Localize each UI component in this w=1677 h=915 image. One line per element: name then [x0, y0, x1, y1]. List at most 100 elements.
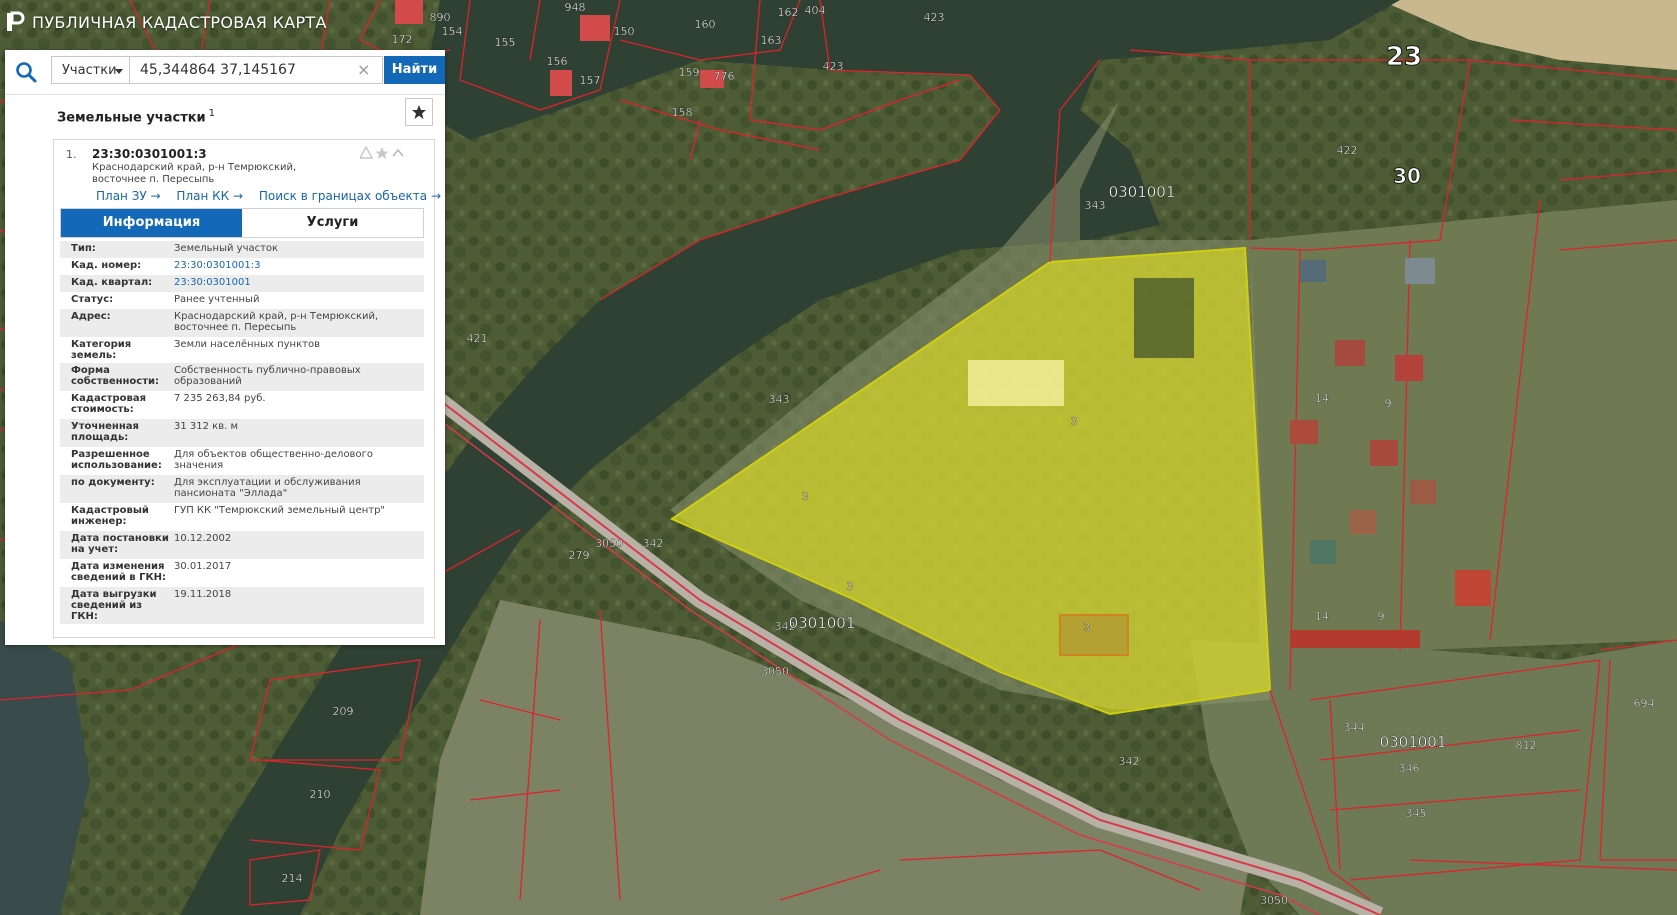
find-button[interactable]: Найти — [384, 56, 445, 84]
svg-text:158: 158 — [672, 106, 693, 119]
svg-text:343: 343 — [1085, 199, 1106, 212]
info-row: Адрес: Краснодарский край, р-н Темрюкский… — [60, 309, 424, 337]
svg-text:422: 422 — [1337, 144, 1358, 157]
svg-text:423: 423 — [823, 60, 844, 73]
info-label: Форма собственности: — [71, 365, 160, 387]
svg-text:342: 342 — [643, 537, 664, 550]
info-value: Земли населённых пунктов — [174, 339, 320, 350]
sport-field — [1059, 614, 1129, 656]
svg-text:9: 9 — [1385, 397, 1392, 410]
search-type-select[interactable]: Участки — [51, 56, 129, 84]
star-icon[interactable] — [375, 147, 389, 159]
svg-text:3: 3 — [1084, 621, 1091, 634]
info-value[interactable]: 23:30:0301001:3 — [172, 260, 424, 273]
svg-text:30: 30 — [1393, 164, 1421, 188]
link-search-bounds[interactable]: Поиск в границах объекта → — [259, 189, 441, 203]
svg-text:160: 160 — [695, 18, 716, 31]
svg-text:3050: 3050 — [595, 537, 623, 550]
app-title: ПУБЛИЧНАЯ КАДАСТРОВАЯ КАРТА — [32, 12, 327, 32]
favorites-button[interactable] — [405, 98, 433, 126]
svg-text:694: 694 — [1634, 697, 1655, 710]
search-input[interactable] — [129, 56, 383, 84]
info-value: 10.12.2002 — [174, 533, 232, 544]
svg-text:162: 162 — [778, 6, 799, 19]
info-label: Адрес: — [71, 311, 111, 322]
svg-text:776: 776 — [714, 70, 735, 83]
search-icon[interactable] — [13, 59, 39, 85]
warning-icon[interactable] — [360, 146, 374, 159]
info-row: Кадастровый инженер: ГУП КК "Темрюкский з… — [60, 503, 424, 531]
info-value: 30.01.2017 — [174, 561, 232, 572]
info-value: Краснодарский край, р-н Темрюкский, вост… — [174, 311, 379, 333]
info-value: Для эксплуатации и обслуживания пансиона… — [174, 477, 361, 499]
svg-text:421: 421 — [467, 332, 488, 345]
pool — [1134, 278, 1194, 358]
link-plan-zu[interactable]: План ЗУ → — [96, 189, 161, 203]
info-table: Тип: Земельный участок Кад. номер: 23:30:03… — [60, 241, 424, 624]
result-links: План ЗУ → План КК → Поиск в границах объ… — [96, 189, 453, 203]
results-title: Земельные участки 1 — [57, 108, 215, 125]
card-actions — [360, 146, 404, 159]
main-building — [968, 360, 1064, 406]
svg-text:156: 156 — [547, 55, 568, 68]
info-row: Дата выгрузки сведений из ГКН: 19.11.2018 — [60, 587, 424, 624]
svg-text:23: 23 — [1386, 42, 1422, 72]
search-bar: Участки × Найти — [5, 50, 445, 95]
info-label: Уточненная площадь: — [71, 421, 139, 443]
svg-text:812: 812 — [1516, 739, 1537, 752]
svg-text:3: 3 — [1071, 415, 1078, 428]
info-row: Дата изменения сведений в ГКН: 30.01.2017 — [60, 559, 424, 587]
chevron-up-icon[interactable] — [392, 148, 404, 157]
info-row: Кадастровая стоимость: 7 235 263,84 руб. — [60, 391, 424, 419]
svg-text:155: 155 — [495, 36, 516, 49]
results-count: 1 — [208, 108, 216, 119]
svg-text:346: 346 — [1399, 762, 1420, 775]
tab-information[interactable]: Информация — [61, 209, 242, 237]
svg-text:209: 209 — [333, 705, 354, 718]
clear-icon[interactable]: × — [357, 62, 370, 78]
info-label: Кадастровый инженер: — [71, 505, 149, 527]
info-row: Категория земель: Земли населённых пункто… — [60, 337, 424, 363]
info-label: Кадастровая стоимость: — [71, 393, 146, 415]
info-value: ГУП КК "Темрюкский земельный центр" — [174, 505, 386, 516]
svg-text:342: 342 — [1119, 755, 1140, 768]
star-icon — [412, 105, 426, 119]
info-label: по документу: — [71, 477, 155, 488]
results-title-text: Земельные участки — [57, 110, 206, 126]
info-label: Категория земель: — [71, 339, 132, 361]
info-value: Собственность публично-правовых образова… — [174, 365, 361, 387]
info-row: Кад. номер: 23:30:0301001:3 — [60, 258, 424, 275]
svg-text:14: 14 — [1315, 392, 1329, 405]
result-cad-number[interactable]: 23:30:0301001:3 — [92, 147, 207, 161]
svg-text:3: 3 — [802, 490, 809, 503]
svg-text:404: 404 — [805, 4, 826, 17]
svg-text:3050: 3050 — [1260, 894, 1288, 907]
info-row: Кад. квартал: 23:30:0301001 — [60, 275, 424, 292]
svg-text:0301001: 0301001 — [789, 614, 856, 632]
result-index: 1. — [66, 148, 77, 161]
info-row: Разрешенное использование: Для объектов о… — [60, 447, 424, 475]
info-label: Кад. квартал: — [71, 277, 153, 288]
svg-text:345: 345 — [1406, 807, 1427, 820]
info-value: Земельный участок — [174, 243, 279, 254]
info-row: Уточненная площадь: 31 312 кв. м — [60, 419, 424, 447]
svg-text:423: 423 — [924, 11, 945, 24]
info-value: 19.11.2018 — [174, 589, 232, 600]
info-label: Разрешенное использование: — [71, 449, 162, 471]
info-row: Тип: Земельный участок — [60, 241, 424, 258]
app-header: ПУБЛИЧНАЯ КАДАСТРОВАЯ КАРТА — [0, 0, 470, 44]
logo-icon — [7, 11, 25, 31]
info-label: Дата постановки на учет: — [71, 533, 169, 555]
svg-text:9: 9 — [1378, 610, 1385, 623]
svg-text:344: 344 — [1344, 721, 1365, 734]
svg-text:14: 14 — [1315, 610, 1329, 623]
info-value[interactable]: 23:30:0301001 — [172, 277, 424, 290]
svg-text:3: 3 — [847, 580, 854, 593]
info-label: Тип: — [71, 243, 96, 254]
tab-services[interactable]: Услуги — [242, 209, 423, 237]
link-plan-kk[interactable]: План КК → — [176, 189, 243, 203]
results-header: Земельные участки 1 — [5, 94, 445, 134]
svg-text:0301001: 0301001 — [1380, 733, 1447, 751]
search-type-label: Участки — [62, 63, 117, 78]
info-value: 31 312 кв. м — [174, 421, 239, 432]
